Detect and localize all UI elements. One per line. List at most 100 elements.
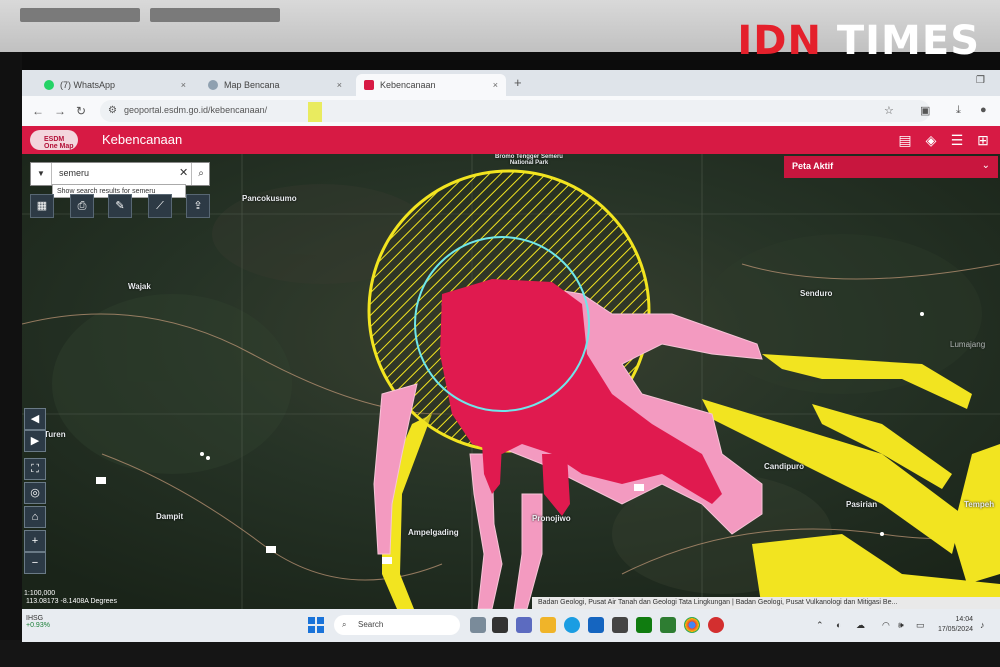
tab-label: Map Bencana xyxy=(224,80,280,90)
xbox-icon[interactable] xyxy=(636,617,652,633)
pdf-reader-icon[interactable] xyxy=(708,617,724,633)
search-input[interactable]: semeru xyxy=(59,168,89,178)
system-clock[interactable]: 14:04 17/05/2024 xyxy=(935,615,973,635)
list-icon[interactable]: ☰ xyxy=(948,131,966,149)
forward-arrow-icon[interactable]: → xyxy=(54,104,66,118)
search-icon: ⌕ xyxy=(342,620,347,629)
location-search[interactable]: ▼ semeru ✕ ⌕ xyxy=(30,162,210,186)
active-layers-title: Peta Aktif xyxy=(792,161,834,171)
taskbar-app-taskview-icon[interactable] xyxy=(492,617,508,633)
esdm-logo: ESDM One Map xyxy=(30,130,78,150)
site-info-icon[interactable]: ⚙ xyxy=(108,105,117,116)
reload-icon[interactable]: ↻ xyxy=(76,104,86,118)
monitor-bezel-left xyxy=(0,52,22,667)
map-view[interactable]: Bromo Tengger Semeru National Park Panco… xyxy=(22,154,1000,609)
file-explorer-icon[interactable] xyxy=(540,617,556,633)
chrome-icon[interactable] xyxy=(684,617,700,633)
full-extent-icon[interactable]: ⛶ xyxy=(24,458,46,480)
taskbar-app-store-icon[interactable] xyxy=(588,617,604,633)
download-icon[interactable]: ⤓ xyxy=(956,104,961,117)
place-label-bromo: Bromo Tengger Semeru National Park xyxy=(495,154,563,166)
print-icon[interactable]: ⎙ xyxy=(70,194,94,218)
wall-vent xyxy=(150,8,280,22)
tray-cloud-icon[interactable]: ☁ xyxy=(856,620,865,631)
monitor-bezel-bottom xyxy=(0,640,1000,667)
market-widget[interactable]: IHSG +0.93% xyxy=(26,615,50,629)
place-label-pronojiwo: Pronojiwo xyxy=(532,514,571,523)
new-tab-button[interactable]: + xyxy=(514,75,522,90)
place-label-turen: Turen xyxy=(44,430,66,439)
back-arrow-icon[interactable]: ← xyxy=(32,104,44,118)
wifi-icon[interactable]: ◠ xyxy=(882,620,890,631)
previous-extent-icon[interactable]: ◀ xyxy=(24,408,46,430)
search-icon[interactable]: ⌕ xyxy=(191,163,210,185)
widget-value: +0.93% xyxy=(26,622,50,629)
edge-icon[interactable] xyxy=(564,617,580,633)
app-header: ESDM One Map Kebencanaan ▤ ◈ ☰ ⊞ xyxy=(22,126,1000,154)
basemap-gallery-icon[interactable]: ▦ xyxy=(30,194,54,218)
taskbar-search[interactable]: ⌕ Search xyxy=(334,615,460,635)
widget-name: IHSG xyxy=(26,615,44,622)
tab-whatsapp[interactable]: (7) WhatsApp × xyxy=(36,74,194,96)
notification-bell-icon[interactable]: ♪ xyxy=(980,620,985,630)
place-label-pasirian: Pasirian xyxy=(846,500,878,509)
map-scale: 1:100,000 xyxy=(24,590,56,597)
map-attribution: Badan Geologi, Pusat Air Tanah dan Geolo… xyxy=(532,597,1000,609)
chevron-down-icon[interactable]: ⌄ xyxy=(982,160,990,171)
highlight-marker xyxy=(308,102,322,122)
zoom-in-icon[interactable]: + xyxy=(24,530,46,552)
battery-icon[interactable]: ▭ xyxy=(916,620,925,631)
map-book-icon[interactable]: ▤ xyxy=(896,131,914,149)
tab-kebencanaan[interactable]: Kebencanaan × xyxy=(356,74,506,96)
hazard-map-canvas xyxy=(22,154,1000,609)
bookmark-star-icon[interactable]: ☆ xyxy=(884,104,894,117)
search-scope-dropdown-icon[interactable]: ▼ xyxy=(31,163,52,185)
close-icon[interactable]: × xyxy=(337,80,342,90)
idn-times-watermark: IDN TIMES xyxy=(737,18,980,64)
app-title: Kebencanaan xyxy=(102,132,183,147)
home-icon[interactable]: ⌂ xyxy=(24,506,46,528)
taskbar-app-teams-icon[interactable] xyxy=(516,617,532,633)
url-input[interactable]: ⚙ geoportal.esdm.go.id/kebencanaan/ xyxy=(100,100,930,122)
place-label-pancokusumo: Pancokusumo xyxy=(242,194,297,203)
clock-time: 14:04 xyxy=(955,616,973,623)
place-label-dampit: Dampit xyxy=(156,512,184,521)
browser-tab-bar: (7) WhatsApp × Map Bencana × Kebencanaan… xyxy=(22,70,1000,96)
active-layers-panel[interactable]: Peta Aktif ⌄ xyxy=(784,156,998,178)
tab-label: (7) WhatsApp xyxy=(60,80,116,90)
tray-app-icon[interactable]: ◐ xyxy=(836,620,841,630)
tray-chevron-up-icon[interactable]: ⌃ xyxy=(816,620,824,631)
measure-icon[interactable]: ⟋ xyxy=(148,194,172,218)
profile-icon[interactable]: ● xyxy=(980,104,987,116)
taskbar-app-gallery-icon[interactable] xyxy=(470,617,486,633)
tag-icon[interactable]: ✎ xyxy=(108,194,132,218)
next-extent-icon[interactable]: ▶ xyxy=(24,430,46,452)
close-icon[interactable]: × xyxy=(181,80,186,90)
place-label-candipuro: Candipuro xyxy=(764,462,804,471)
place-label-lumajang: Lumajang xyxy=(950,340,986,349)
place-label-senduro: Senduro xyxy=(800,289,833,298)
cursor-coordinates: 113.08173 -8.1408A Degrees xyxy=(26,598,117,605)
locate-icon[interactable]: ◎ xyxy=(24,482,46,504)
clear-search-icon[interactable]: ✕ xyxy=(179,166,188,179)
tab-map-bencana[interactable]: Map Bencana × xyxy=(200,74,350,96)
monitor-screen: (7) WhatsApp × Map Bencana × Kebencanaan… xyxy=(22,70,1000,642)
extensions-icon[interactable]: ▣ xyxy=(920,104,930,117)
layers-icon[interactable]: ◈ xyxy=(922,131,940,149)
whatsapp-icon xyxy=(44,80,54,90)
taskbar-app-dev-icon[interactable] xyxy=(612,617,628,633)
taskbar-app-green-icon[interactable] xyxy=(660,617,676,633)
windows-start-icon[interactable] xyxy=(308,617,324,633)
wall-vent xyxy=(20,8,140,22)
clock-date: 17/05/2024 xyxy=(937,626,973,633)
add-layer-icon[interactable]: ⊞ xyxy=(974,131,992,149)
restore-window-icon[interactable]: ❐ xyxy=(976,75,985,86)
browser-address-bar: ← → ↻ ⚙ geoportal.esdm.go.id/kebencanaan… xyxy=(22,96,1000,126)
zoom-out-icon[interactable]: − xyxy=(24,552,46,574)
share-icon[interactable]: ⇪ xyxy=(186,194,210,218)
volume-icon[interactable]: 🕪 xyxy=(898,620,904,631)
map-icon xyxy=(208,80,218,90)
close-icon[interactable]: × xyxy=(493,80,498,90)
windows-taskbar: IHSG +0.93% ⌕ Search ⌃ ◐ ☁ ◠ 🕪 ▭ 14:04 1… xyxy=(22,609,1000,642)
taskbar-search-label: Search xyxy=(358,620,384,629)
